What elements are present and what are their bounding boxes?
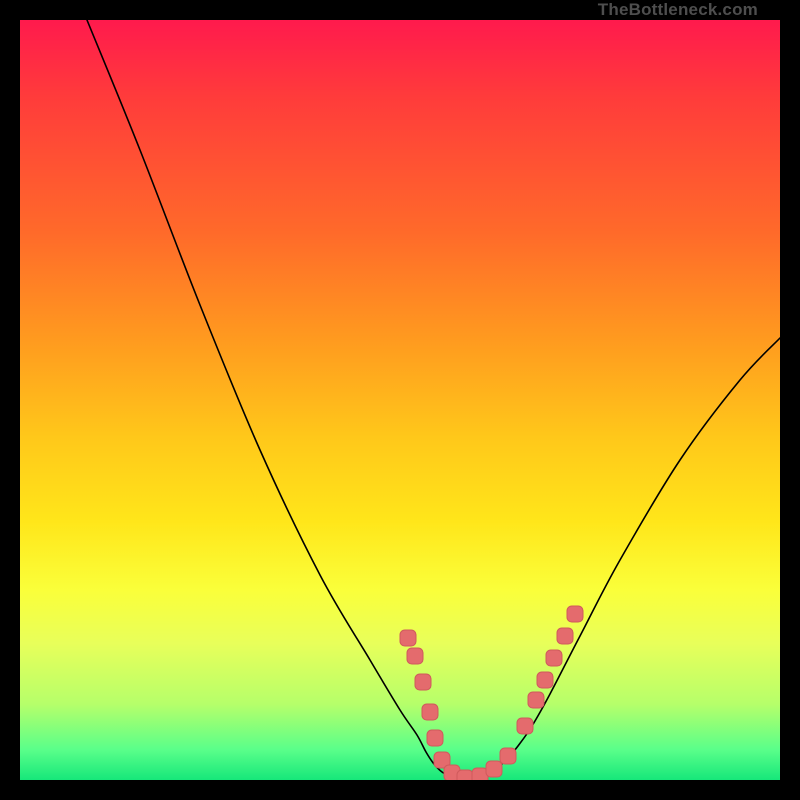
curve-marker <box>517 718 533 734</box>
curve-marker <box>537 672 553 688</box>
curve-marker <box>415 674 431 690</box>
bottleneck-curve <box>87 20 780 779</box>
curve-marker <box>500 748 516 764</box>
curve-marker <box>400 630 416 646</box>
curve-marker <box>486 761 502 777</box>
curve-marker <box>528 692 544 708</box>
curve-marker <box>557 628 573 644</box>
plot-area <box>20 20 780 780</box>
watermark-text: TheBottleneck.com <box>598 0 758 20</box>
curve-marker <box>427 730 443 746</box>
curve-marker <box>567 606 583 622</box>
curve-svg <box>20 20 780 780</box>
chart-frame: TheBottleneck.com <box>20 0 780 780</box>
curve-marker <box>546 650 562 666</box>
curve-marker <box>457 770 473 780</box>
curve-marker <box>422 704 438 720</box>
curve-marker <box>407 648 423 664</box>
